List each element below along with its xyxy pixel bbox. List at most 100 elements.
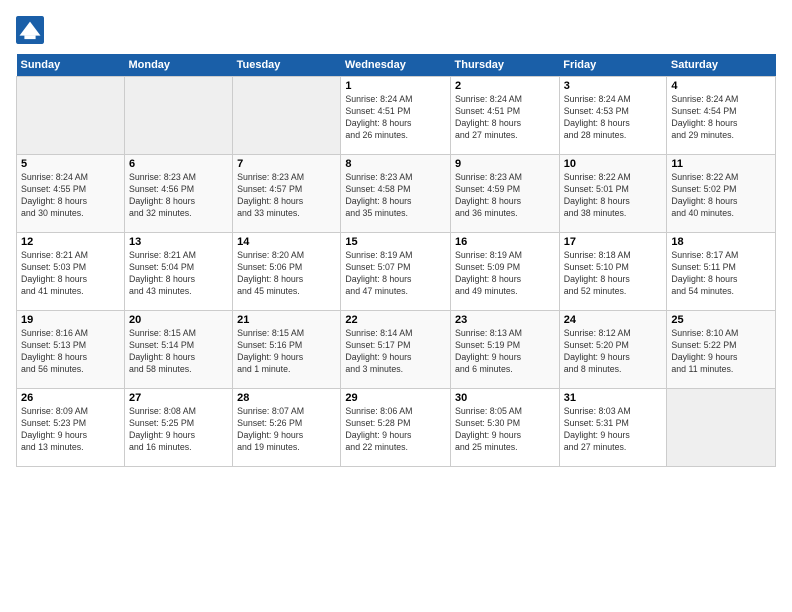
calendar-cell: [667, 389, 776, 467]
weekday-header-friday: Friday: [559, 54, 667, 77]
day-info: Sunrise: 8:21 AM Sunset: 5:04 PM Dayligh…: [129, 250, 228, 298]
day-number: 25: [671, 314, 771, 326]
day-info: Sunrise: 8:13 AM Sunset: 5:19 PM Dayligh…: [455, 328, 555, 376]
calendar-week-row: 26 Sunrise: 8:09 AM Sunset: 5:23 PM Dayli…: [17, 389, 776, 467]
day-number: 5: [21, 158, 120, 170]
day-info: Sunrise: 8:19 AM Sunset: 5:07 PM Dayligh…: [345, 250, 446, 298]
day-number: 19: [21, 314, 120, 326]
day-number: 21: [237, 314, 336, 326]
day-number: 24: [564, 314, 663, 326]
day-number: 14: [237, 236, 336, 248]
day-info: Sunrise: 8:24 AM Sunset: 4:54 PM Dayligh…: [671, 94, 771, 142]
day-number: 20: [129, 314, 228, 326]
day-info: Sunrise: 8:10 AM Sunset: 5:22 PM Dayligh…: [671, 328, 771, 376]
calendar-cell: 28 Sunrise: 8:07 AM Sunset: 5:26 PM Dayli…: [233, 389, 341, 467]
day-info: Sunrise: 8:23 AM Sunset: 4:58 PM Dayligh…: [345, 172, 446, 220]
day-number: 28: [237, 392, 336, 404]
day-info: Sunrise: 8:24 AM Sunset: 4:53 PM Dayligh…: [564, 94, 663, 142]
day-info: Sunrise: 8:05 AM Sunset: 5:30 PM Dayligh…: [455, 406, 555, 454]
calendar-cell: 6 Sunrise: 8:23 AM Sunset: 4:56 PM Daylig…: [124, 155, 232, 233]
day-number: 13: [129, 236, 228, 248]
day-info: Sunrise: 8:18 AM Sunset: 5:10 PM Dayligh…: [564, 250, 663, 298]
day-number: 31: [564, 392, 663, 404]
day-info: Sunrise: 8:21 AM Sunset: 5:03 PM Dayligh…: [21, 250, 120, 298]
day-number: 3: [564, 80, 663, 92]
calendar-cell: 8 Sunrise: 8:23 AM Sunset: 4:58 PM Daylig…: [341, 155, 451, 233]
calendar-cell: 5 Sunrise: 8:24 AM Sunset: 4:55 PM Daylig…: [17, 155, 125, 233]
calendar-cell: 9 Sunrise: 8:23 AM Sunset: 4:59 PM Daylig…: [451, 155, 560, 233]
day-info: Sunrise: 8:22 AM Sunset: 5:02 PM Dayligh…: [671, 172, 771, 220]
day-number: 6: [129, 158, 228, 170]
day-info: Sunrise: 8:06 AM Sunset: 5:28 PM Dayligh…: [345, 406, 446, 454]
day-number: 29: [345, 392, 446, 404]
header: [16, 16, 776, 44]
calendar-cell: 16 Sunrise: 8:19 AM Sunset: 5:09 PM Dayli…: [451, 233, 560, 311]
day-info: Sunrise: 8:15 AM Sunset: 5:14 PM Dayligh…: [129, 328, 228, 376]
calendar-cell: 11 Sunrise: 8:22 AM Sunset: 5:02 PM Dayli…: [667, 155, 776, 233]
calendar-cell: 10Sunrise: 8:22 AM Sunset: 5:01 PM Dayli…: [559, 155, 667, 233]
day-number: 27: [129, 392, 228, 404]
day-number: 30: [455, 392, 555, 404]
day-info: Sunrise: 8:24 AM Sunset: 4:51 PM Dayligh…: [345, 94, 446, 142]
day-info: Sunrise: 8:17 AM Sunset: 5:11 PM Dayligh…: [671, 250, 771, 298]
weekday-header-thursday: Thursday: [451, 54, 560, 77]
calendar-cell: 2Sunrise: 8:24 AM Sunset: 4:51 PM Daylig…: [451, 77, 560, 155]
day-number: 12: [21, 236, 120, 248]
day-info: Sunrise: 8:07 AM Sunset: 5:26 PM Dayligh…: [237, 406, 336, 454]
calendar-week-row: 1 Sunrise: 8:24 AM Sunset: 4:51 PM Daylig…: [17, 77, 776, 155]
calendar-week-row: 12 Sunrise: 8:21 AM Sunset: 5:03 PM Dayli…: [17, 233, 776, 311]
day-info: Sunrise: 8:23 AM Sunset: 4:59 PM Dayligh…: [455, 172, 555, 220]
day-info: Sunrise: 8:19 AM Sunset: 5:09 PM Dayligh…: [455, 250, 555, 298]
weekday-header-sunday: Sunday: [17, 54, 125, 77]
day-info: Sunrise: 8:16 AM Sunset: 5:13 PM Dayligh…: [21, 328, 120, 376]
day-number: 9: [455, 158, 555, 170]
calendar-cell: 22 Sunrise: 8:14 AM Sunset: 5:17 PM Dayli…: [341, 311, 451, 389]
calendar-cell: 14 Sunrise: 8:20 AM Sunset: 5:06 PM Dayli…: [233, 233, 341, 311]
day-info: Sunrise: 8:23 AM Sunset: 4:56 PM Dayligh…: [129, 172, 228, 220]
weekday-header-row: SundayMondayTuesdayWednesdayThursdayFrid…: [17, 54, 776, 77]
day-info: Sunrise: 8:09 AM Sunset: 5:23 PM Dayligh…: [21, 406, 120, 454]
calendar-cell: 19 Sunrise: 8:16 AM Sunset: 5:13 PM Dayli…: [17, 311, 125, 389]
calendar-cell: 27 Sunrise: 8:08 AM Sunset: 5:25 PM Dayli…: [124, 389, 232, 467]
calendar-week-row: 5 Sunrise: 8:24 AM Sunset: 4:55 PM Daylig…: [17, 155, 776, 233]
calendar-week-row: 19 Sunrise: 8:16 AM Sunset: 5:13 PM Dayli…: [17, 311, 776, 389]
day-info: Sunrise: 8:24 AM Sunset: 4:55 PM Dayligh…: [21, 172, 120, 220]
day-number: 11: [671, 158, 771, 170]
day-number: 10: [564, 158, 663, 170]
day-info: Sunrise: 8:14 AM Sunset: 5:17 PM Dayligh…: [345, 328, 446, 376]
calendar-cell: 30 Sunrise: 8:05 AM Sunset: 5:30 PM Dayli…: [451, 389, 560, 467]
day-number: 18: [671, 236, 771, 248]
calendar-cell: 12 Sunrise: 8:21 AM Sunset: 5:03 PM Dayli…: [17, 233, 125, 311]
day-info: Sunrise: 8:03 AM Sunset: 5:31 PM Dayligh…: [564, 406, 663, 454]
day-info: Sunrise: 8:08 AM Sunset: 5:25 PM Dayligh…: [129, 406, 228, 454]
weekday-header-wednesday: Wednesday: [341, 54, 451, 77]
calendar-cell: 26 Sunrise: 8:09 AM Sunset: 5:23 PM Dayli…: [17, 389, 125, 467]
day-number: 26: [21, 392, 120, 404]
day-number: 17: [564, 236, 663, 248]
calendar-cell: 1 Sunrise: 8:24 AM Sunset: 4:51 PM Daylig…: [341, 77, 451, 155]
day-info: Sunrise: 8:20 AM Sunset: 5:06 PM Dayligh…: [237, 250, 336, 298]
day-number: 8: [345, 158, 446, 170]
logo-icon: [16, 16, 44, 44]
day-number: 22: [345, 314, 446, 326]
calendar-cell: 15Sunrise: 8:19 AM Sunset: 5:07 PM Dayli…: [341, 233, 451, 311]
day-info: Sunrise: 8:23 AM Sunset: 4:57 PM Dayligh…: [237, 172, 336, 220]
calendar-cell: [17, 77, 125, 155]
calendar-cell: 25 Sunrise: 8:10 AM Sunset: 5:22 PM Dayli…: [667, 311, 776, 389]
day-number: 23: [455, 314, 555, 326]
day-info: Sunrise: 8:12 AM Sunset: 5:20 PM Dayligh…: [564, 328, 663, 376]
calendar-cell: 31 Sunrise: 8:03 AM Sunset: 5:31 PM Dayli…: [559, 389, 667, 467]
calendar-cell: 17 Sunrise: 8:18 AM Sunset: 5:10 PM Dayli…: [559, 233, 667, 311]
calendar-cell: [124, 77, 232, 155]
calendar-cell: [233, 77, 341, 155]
logo: [16, 16, 48, 44]
day-number: 16: [455, 236, 555, 248]
calendar-cell: 20 Sunrise: 8:15 AM Sunset: 5:14 PM Dayli…: [124, 311, 232, 389]
calendar-cell: 4Sunrise: 8:24 AM Sunset: 4:54 PM Daylig…: [667, 77, 776, 155]
day-number: 1: [345, 80, 446, 92]
day-number: 7: [237, 158, 336, 170]
weekday-header-monday: Monday: [124, 54, 232, 77]
calendar-cell: 24 Sunrise: 8:12 AM Sunset: 5:20 PM Dayli…: [559, 311, 667, 389]
calendar-cell: 29 Sunrise: 8:06 AM Sunset: 5:28 PM Dayli…: [341, 389, 451, 467]
weekday-header-tuesday: Tuesday: [233, 54, 341, 77]
